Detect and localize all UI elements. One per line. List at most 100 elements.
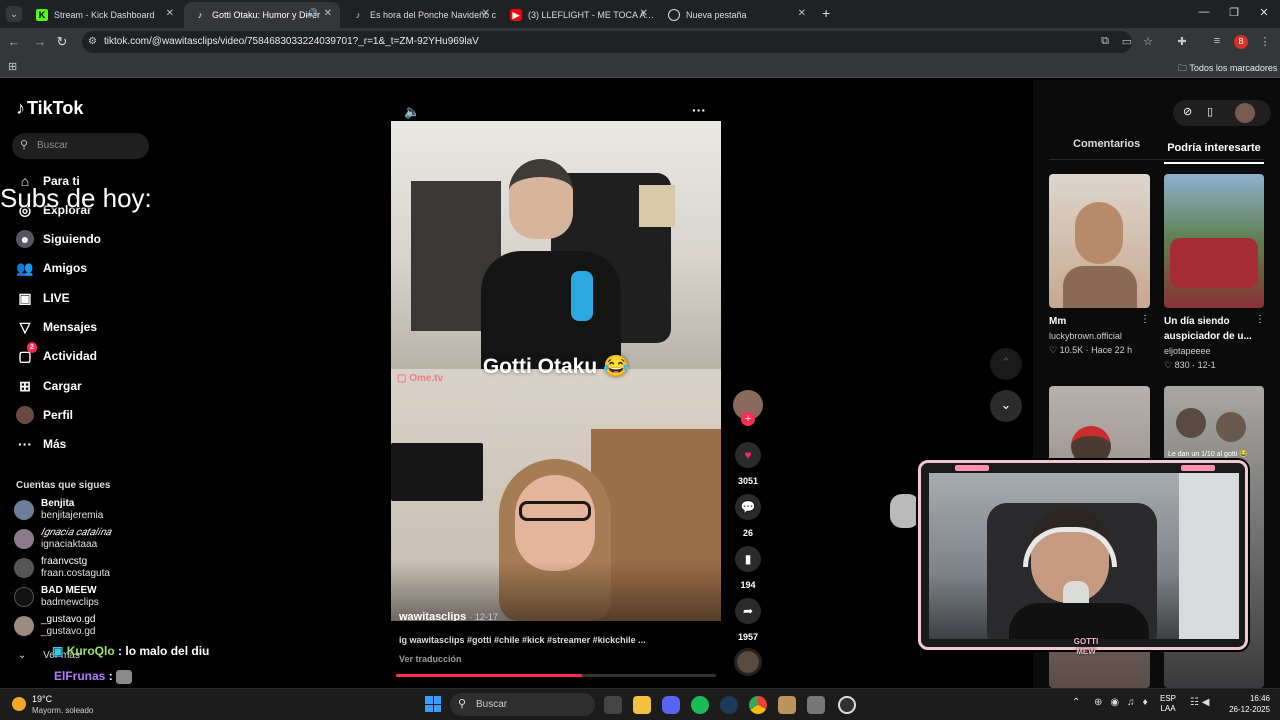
all-bookmarks-button[interactable]: 🗀 Todos los marcadores (1178, 61, 1277, 77)
volume-icon[interactable]: 🔈 (404, 104, 420, 120)
media-control-icon[interactable]: ≡ (1210, 35, 1224, 47)
system-icons[interactable]: ☷ ◀ (1190, 697, 1209, 708)
taskbar-search[interactable]: ⚲ Buscar (450, 693, 595, 716)
search-input[interactable]: ⚲ Buscar (12, 133, 149, 159)
author-avatar-action[interactable]: + (733, 390, 763, 426)
like-button[interactable]: ♥ 3051 (735, 442, 761, 486)
close-window-button[interactable]: ✕ (1254, 6, 1274, 19)
tab-new-tab[interactable]: Nueva pestaña ✕ (658, 2, 814, 28)
user-avatar[interactable] (1235, 103, 1255, 123)
new-tab-button[interactable]: + (822, 5, 830, 21)
minimize-button[interactable]: — (1194, 6, 1214, 18)
tab-comentarios[interactable]: Comentarios (1073, 138, 1140, 150)
language-indicator[interactable]: ESP LAA (1160, 694, 1176, 714)
obs-icon[interactable] (838, 696, 856, 714)
account-handle: benjitajeremia (41, 510, 104, 521)
forward-icon[interactable]: → (32, 34, 48, 49)
sun-icon (12, 697, 26, 711)
weather-desc: Mayorm. soleado (32, 706, 94, 715)
back-icon[interactable]: ← (6, 34, 22, 49)
address-bar[interactable]: ⚙ tiktok.com/@wawitasclips/video/7584683… (82, 31, 1132, 53)
start-button[interactable] (425, 696, 441, 712)
nav-actividad[interactable]: ▢ 2 Actividad (16, 342, 97, 367)
video-player[interactable]: ▢ Ome.tv Gotti Otaku 😂 wawitasclips · 12… (391, 121, 721, 621)
following-account[interactable]: 𝐼𝑔𝑛𝑎𝑐𝑖𝑎 𝑐𝑎𝑡𝑎𝑙𝑖𝑛𝑎 ignaciaktaaa (14, 525, 111, 553)
close-icon[interactable]: ✕ (482, 8, 490, 19)
nav-mas[interactable]: ··· Más (16, 433, 66, 455)
recommended-title[interactable]: Un día siendo auspiciador de u... (1164, 314, 1259, 344)
recommended-thumbnail[interactable] (1164, 174, 1264, 308)
tab-kick-dashboard[interactable]: K Stream - Kick Dashboard ✕ (26, 2, 182, 28)
reload-icon[interactable]: ↻ (54, 34, 70, 50)
tab-tiktok-video[interactable]: ♪ Gotti Otaku: Humor y Diver 🔊 ✕ (184, 2, 340, 28)
following-account[interactable]: BAD MEEW badmewclips (14, 583, 99, 611)
steam-icon[interactable] (720, 696, 738, 714)
close-icon[interactable]: ✕ (166, 8, 174, 19)
chrome-icon[interactable] (749, 696, 767, 714)
discord-icon[interactable] (662, 696, 680, 714)
tray-chevron-icon[interactable]: ⌃ (1072, 697, 1080, 708)
device-icon[interactable]: ▯ (1207, 105, 1213, 118)
sound-disc[interactable] (734, 648, 762, 676)
recommended-thumbnail[interactable] (1049, 174, 1150, 308)
translate-link[interactable]: Ver traducción (399, 654, 462, 664)
app-icon[interactable] (807, 696, 825, 714)
profile-avatar[interactable]: B (1234, 35, 1248, 49)
nav-amigos[interactable]: 👥 Amigos (16, 257, 87, 279)
save-button[interactable]: ▮ 194 (735, 546, 761, 590)
following-account[interactable]: _gustavo.gd _gustavo.gd (14, 612, 96, 640)
task-view-icon[interactable] (604, 696, 622, 714)
nav-siguiendo[interactable]: ● Siguiendo (16, 228, 101, 250)
tab-search-button[interactable]: ⌄ (6, 6, 22, 22)
video-progress-track[interactable] (396, 674, 716, 677)
league-icon[interactable] (778, 696, 796, 714)
nav-cargar[interactable]: ⊞ Cargar (16, 375, 82, 397)
clock[interactable]: 16:46 26-12-2025 (1222, 693, 1270, 715)
recommended-author[interactable]: luckybrown.official (1049, 331, 1122, 341)
tab-tiktok-ponche[interactable]: ♪ Es hora del Ponche Navideño c ✕ (342, 2, 498, 28)
heart-outline-icon: ♡ (1164, 360, 1173, 370)
spotify-icon[interactable] (691, 696, 709, 714)
file-explorer-icon[interactable] (633, 696, 651, 714)
nav-live[interactable]: ▣ LIVE (16, 287, 69, 309)
translate-icon[interactable]: ⧉ (1098, 35, 1112, 48)
apps-icon[interactable]: ⊞ (8, 60, 17, 73)
speaker-icon[interactable]: 🔊 (307, 8, 318, 19)
previous-video-button[interactable]: ⌃ (990, 348, 1022, 380)
person-body (481, 251, 621, 369)
comment-button[interactable]: 💬 26 (735, 494, 761, 538)
coin-icon[interactable]: ⊘ (1183, 105, 1192, 118)
following-account[interactable]: Benjita benjitajeremia (14, 496, 103, 524)
site-info-icon[interactable]: ⚙ (88, 31, 97, 53)
video-caption-overlay: Gotti Otaku 😂 (482, 355, 630, 378)
comment-count: 26 (742, 528, 753, 538)
close-icon[interactable]: ✕ (798, 8, 806, 19)
video-author[interactable]: wawitasclips (399, 611, 466, 621)
restore-button[interactable]: ❐ (1224, 6, 1244, 19)
share-button[interactable]: ➦ 1957 (735, 598, 761, 642)
tiktok-logo[interactable]: ♪ TikTok (16, 98, 83, 119)
menu-icon[interactable]: ⋮ (1258, 35, 1272, 48)
cast-icon[interactable]: ▭ (1120, 35, 1134, 48)
follow-plus-icon[interactable]: + (741, 412, 755, 426)
tray-icons[interactable]: ⊕◉♫♦ (1094, 697, 1156, 708)
nav-perfil[interactable]: Perfil (16, 404, 73, 426)
recommended-author[interactable]: eljotapeeee (1164, 346, 1211, 356)
next-video-button[interactable]: ⌄ (990, 390, 1022, 422)
nav-mensajes[interactable]: ▽ Mensajes (16, 316, 97, 338)
bookmark-star-icon[interactable]: ☆ (1141, 35, 1155, 48)
tab-label: Stream - Kick Dashboard (54, 10, 155, 20)
account-handle: ignaciaktaaa (41, 539, 98, 550)
thumb-person (1216, 412, 1246, 442)
following-account[interactable]: fraanvcstg fraan.costaguta (14, 554, 110, 582)
extensions-icon[interactable]: ✚ (1175, 35, 1189, 48)
recommended-title[interactable]: Mm (1049, 314, 1139, 329)
nav-label: Más (43, 437, 67, 451)
tab-podria-interesarte[interactable]: Podría interesarte (1164, 138, 1264, 164)
card-menu-icon[interactable]: ⋮ (1255, 314, 1265, 325)
tab-youtube[interactable]: ▶ (3) LLEFLIGHT - ME TOCA A MÍ ✕ (500, 2, 656, 28)
close-icon[interactable]: ✕ (640, 8, 648, 19)
card-menu-icon[interactable]: ⋮ (1140, 314, 1150, 325)
video-more-icon[interactable]: ··· (692, 102, 706, 118)
close-icon[interactable]: ✕ (324, 8, 332, 19)
